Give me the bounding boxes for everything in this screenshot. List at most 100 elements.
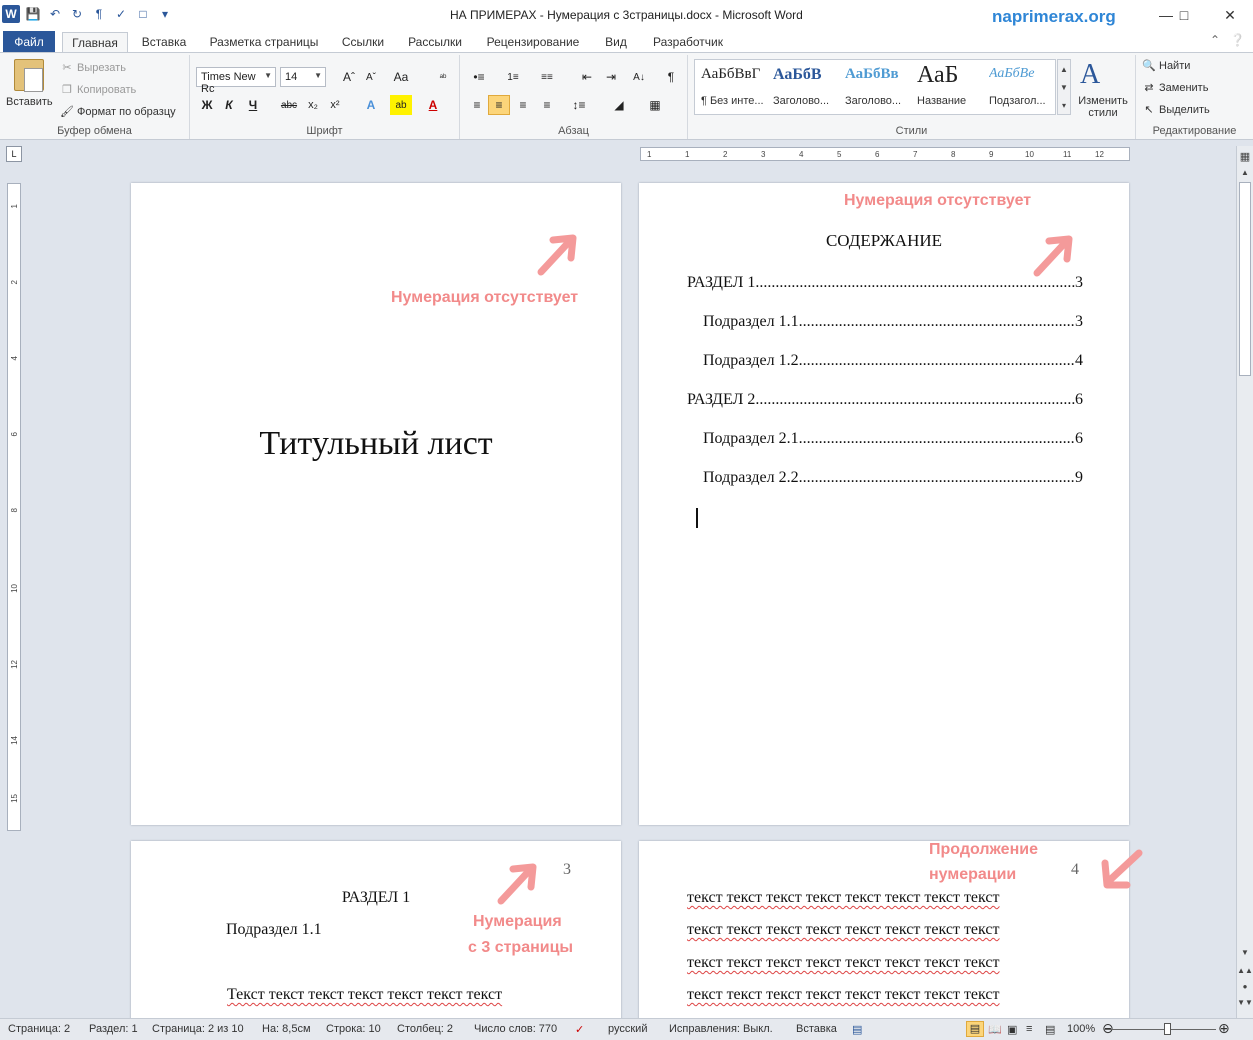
font-name-select[interactable]: Times New Rc ▼ <box>196 67 276 95</box>
view-ruler-icon[interactable]: ▦ <box>1237 150 1253 163</box>
align-right-icon[interactable]: ≡ <box>512 95 534 115</box>
tab-page-layout[interactable]: Разметка страницы <box>205 32 323 52</box>
borders-icon[interactable]: ▦ <box>644 95 666 115</box>
toc-entry[interactable]: Подраздел 2.1 ..........................… <box>703 430 1083 448</box>
tab-mailings[interactable]: Рассылки <box>403 32 467 52</box>
show-marks-icon[interactable]: ¶ <box>660 67 682 87</box>
zoom-in-icon[interactable]: ⊕ <box>1218 1020 1230 1037</box>
multilevel-list-icon[interactable]: ≡≡ <box>536 67 558 87</box>
tab-review[interactable]: Рецензирование <box>482 32 584 52</box>
tab-home[interactable]: Главная <box>62 32 128 52</box>
scroll-down-icon[interactable]: ▼ <box>1237 948 1253 957</box>
zoom-slider-thumb[interactable] <box>1164 1023 1171 1035</box>
document-area[interactable]: Нумерация отсутствует Титульный лист Нум… <box>26 166 1236 1018</box>
print-layout-icon[interactable]: ▤ <box>966 1021 984 1037</box>
zoom-slider[interactable] <box>1104 1029 1216 1030</box>
close-icon[interactable]: ✕ <box>1210 4 1250 26</box>
vertical-ruler[interactable]: 1 2 4 6 8 10 12 14 15 <box>7 183 21 831</box>
select-button[interactable]: ↖ Выделить <box>1142 103 1209 117</box>
page-2[interactable]: Нумерация отсутствует СОДЕРЖАНИЕ РАЗДЕЛ … <box>639 183 1129 825</box>
paste-icon[interactable] <box>14 59 44 92</box>
align-left-icon[interactable]: ≡ <box>466 95 488 115</box>
decrease-indent-icon[interactable]: ⇤ <box>576 67 598 87</box>
status-page-of[interactable]: Страница: 2 из 10 <box>152 1023 244 1035</box>
line-spacing-icon[interactable]: ↕≡ <box>568 95 590 115</box>
bullets-icon[interactable]: •≡ <box>468 67 490 87</box>
outline-icon[interactable]: ≡ <box>1026 1023 1032 1035</box>
minimize-ribbon-icon[interactable]: ⌃ <box>1210 33 1220 47</box>
clear-format-icon[interactable]: ᵃᵇ <box>432 67 454 87</box>
web-layout-icon[interactable]: ▣ <box>1007 1023 1017 1036</box>
customize-qat-icon[interactable]: ▾ <box>156 5 174 23</box>
prev-page-icon[interactable]: ▲▲ <box>1237 966 1253 975</box>
font-color-icon[interactable]: A <box>422 95 444 115</box>
grow-font-icon[interactable]: Aˆ <box>338 67 360 87</box>
highlight-icon[interactable]: ab <box>390 95 412 115</box>
change-case-icon[interactable]: Aa <box>390 67 412 87</box>
superscript-icon[interactable]: x² <box>324 95 346 115</box>
horizontal-ruler[interactable]: 1 1 2 3 4 5 6 7 8 9 10 11 12 <box>640 147 1130 161</box>
chevron-down-icon[interactable]: ▼ <box>1060 83 1068 92</box>
strikethrough-icon[interactable]: abc <box>278 95 300 115</box>
toc-entry[interactable]: Подраздел 1.1 ..........................… <box>703 313 1083 331</box>
maximize-icon[interactable]: □ <box>1164 4 1204 26</box>
new-document-icon[interactable]: □ <box>134 5 152 23</box>
status-page[interactable]: Страница: 2 <box>8 1023 70 1035</box>
numbering-icon[interactable]: 1≡ <box>502 67 524 87</box>
status-line[interactable]: Строка: 10 <box>326 1023 381 1035</box>
status-language[interactable]: русский <box>608 1023 647 1035</box>
page-4[interactable]: Продолжение нумерации 4 текст текст текс… <box>639 841 1143 1018</box>
toc-entry[interactable]: Подраздел 1.2 ..........................… <box>703 352 1083 370</box>
replace-button[interactable]: ⇄ Заменить <box>1142 81 1208 95</box>
browse-object-icon[interactable]: ● <box>1237 982 1253 991</box>
cut-button[interactable]: ✂ Вырезать <box>60 61 126 75</box>
tab-selector-icon[interactable]: L <box>6 146 22 162</box>
proofing-icon[interactable]: ✓ <box>575 1023 584 1036</box>
style-heading-1[interactable]: АаБбВ Заголово... <box>769 62 841 114</box>
bold-button[interactable]: Ж <box>196 95 218 115</box>
change-styles-button[interactable]: A <box>1080 59 1100 91</box>
font-size-select[interactable]: 14 ▼ <box>280 67 326 87</box>
justify-icon[interactable]: ≡ <box>536 95 558 115</box>
style-heading-2[interactable]: АаБбВв Заголово... <box>841 62 913 114</box>
tab-insert[interactable]: Вставка <box>138 32 190 52</box>
toc-entry[interactable]: РАЗДЕЛ 2 ...............................… <box>687 391 1083 409</box>
find-button[interactable]: 🔍 Найти <box>1142 59 1190 73</box>
status-position[interactable]: На: 8,5см <box>262 1023 311 1035</box>
chevron-up-icon[interactable]: ▲ <box>1060 65 1068 74</box>
undo-icon[interactable]: ↶ <box>46 5 64 23</box>
macro-icon[interactable]: ▤ <box>852 1023 862 1036</box>
scroll-up-icon[interactable]: ▲ <box>1237 168 1253 177</box>
pilcrow-icon[interactable]: ¶ <box>90 5 108 23</box>
next-page-icon[interactable]: ▼▼ <box>1237 998 1253 1007</box>
style-no-spacing[interactable]: АаБбВвГ ¶ Без инте... <box>697 62 769 114</box>
redo-icon[interactable]: ↻ <box>68 5 86 23</box>
tab-file[interactable]: Файл <box>3 31 55 52</box>
status-section[interactable]: Раздел: 1 <box>89 1023 138 1035</box>
increase-indent-icon[interactable]: ⇥ <box>600 67 622 87</box>
italic-button[interactable]: К <box>218 95 240 115</box>
zoom-level[interactable]: 100% <box>1067 1023 1095 1035</box>
spellcheck-icon[interactable]: ✓ <box>112 5 130 23</box>
copy-button[interactable]: ❐ Копировать <box>60 83 136 97</box>
page-3[interactable]: 3 РАЗДЕЛ 1 Подраздел 1.1 Нумерация с 3 с… <box>131 841 621 1018</box>
underline-button[interactable]: Ч <box>242 95 264 115</box>
status-column[interactable]: Столбец: 2 <box>397 1023 453 1035</box>
paste-button[interactable]: Вставить <box>6 96 53 108</box>
style-subtitle[interactable]: АаБбВе Подзагол... <box>985 62 1057 114</box>
page-1[interactable]: Нумерация отсутствует Титульный лист <box>131 183 621 825</box>
tab-references[interactable]: Ссылки <box>338 32 388 52</box>
vertical-scrollbar[interactable]: ▦ ▲ ▼ ▲▲ ● ▼▼ <box>1236 146 1253 1018</box>
shading-icon[interactable]: ◢ <box>608 95 630 115</box>
scrollbar-thumb[interactable] <box>1239 182 1251 376</box>
toc-entry[interactable]: РАЗДЕЛ 1 ...............................… <box>687 274 1083 292</box>
status-track-changes[interactable]: Исправления: Выкл. <box>669 1023 773 1035</box>
tab-developer[interactable]: Разработчик <box>648 32 728 52</box>
tab-view[interactable]: Вид <box>598 32 634 52</box>
subscript-icon[interactable]: x₂ <box>302 95 324 115</box>
more-icon[interactable]: ▾ <box>1062 101 1066 110</box>
draft-icon[interactable]: ▤ <box>1045 1023 1055 1036</box>
align-center-icon[interactable]: ≡ <box>488 95 510 115</box>
status-insert-mode[interactable]: Вставка <box>796 1023 837 1035</box>
shrink-font-icon[interactable]: Aˇ <box>360 67 382 87</box>
